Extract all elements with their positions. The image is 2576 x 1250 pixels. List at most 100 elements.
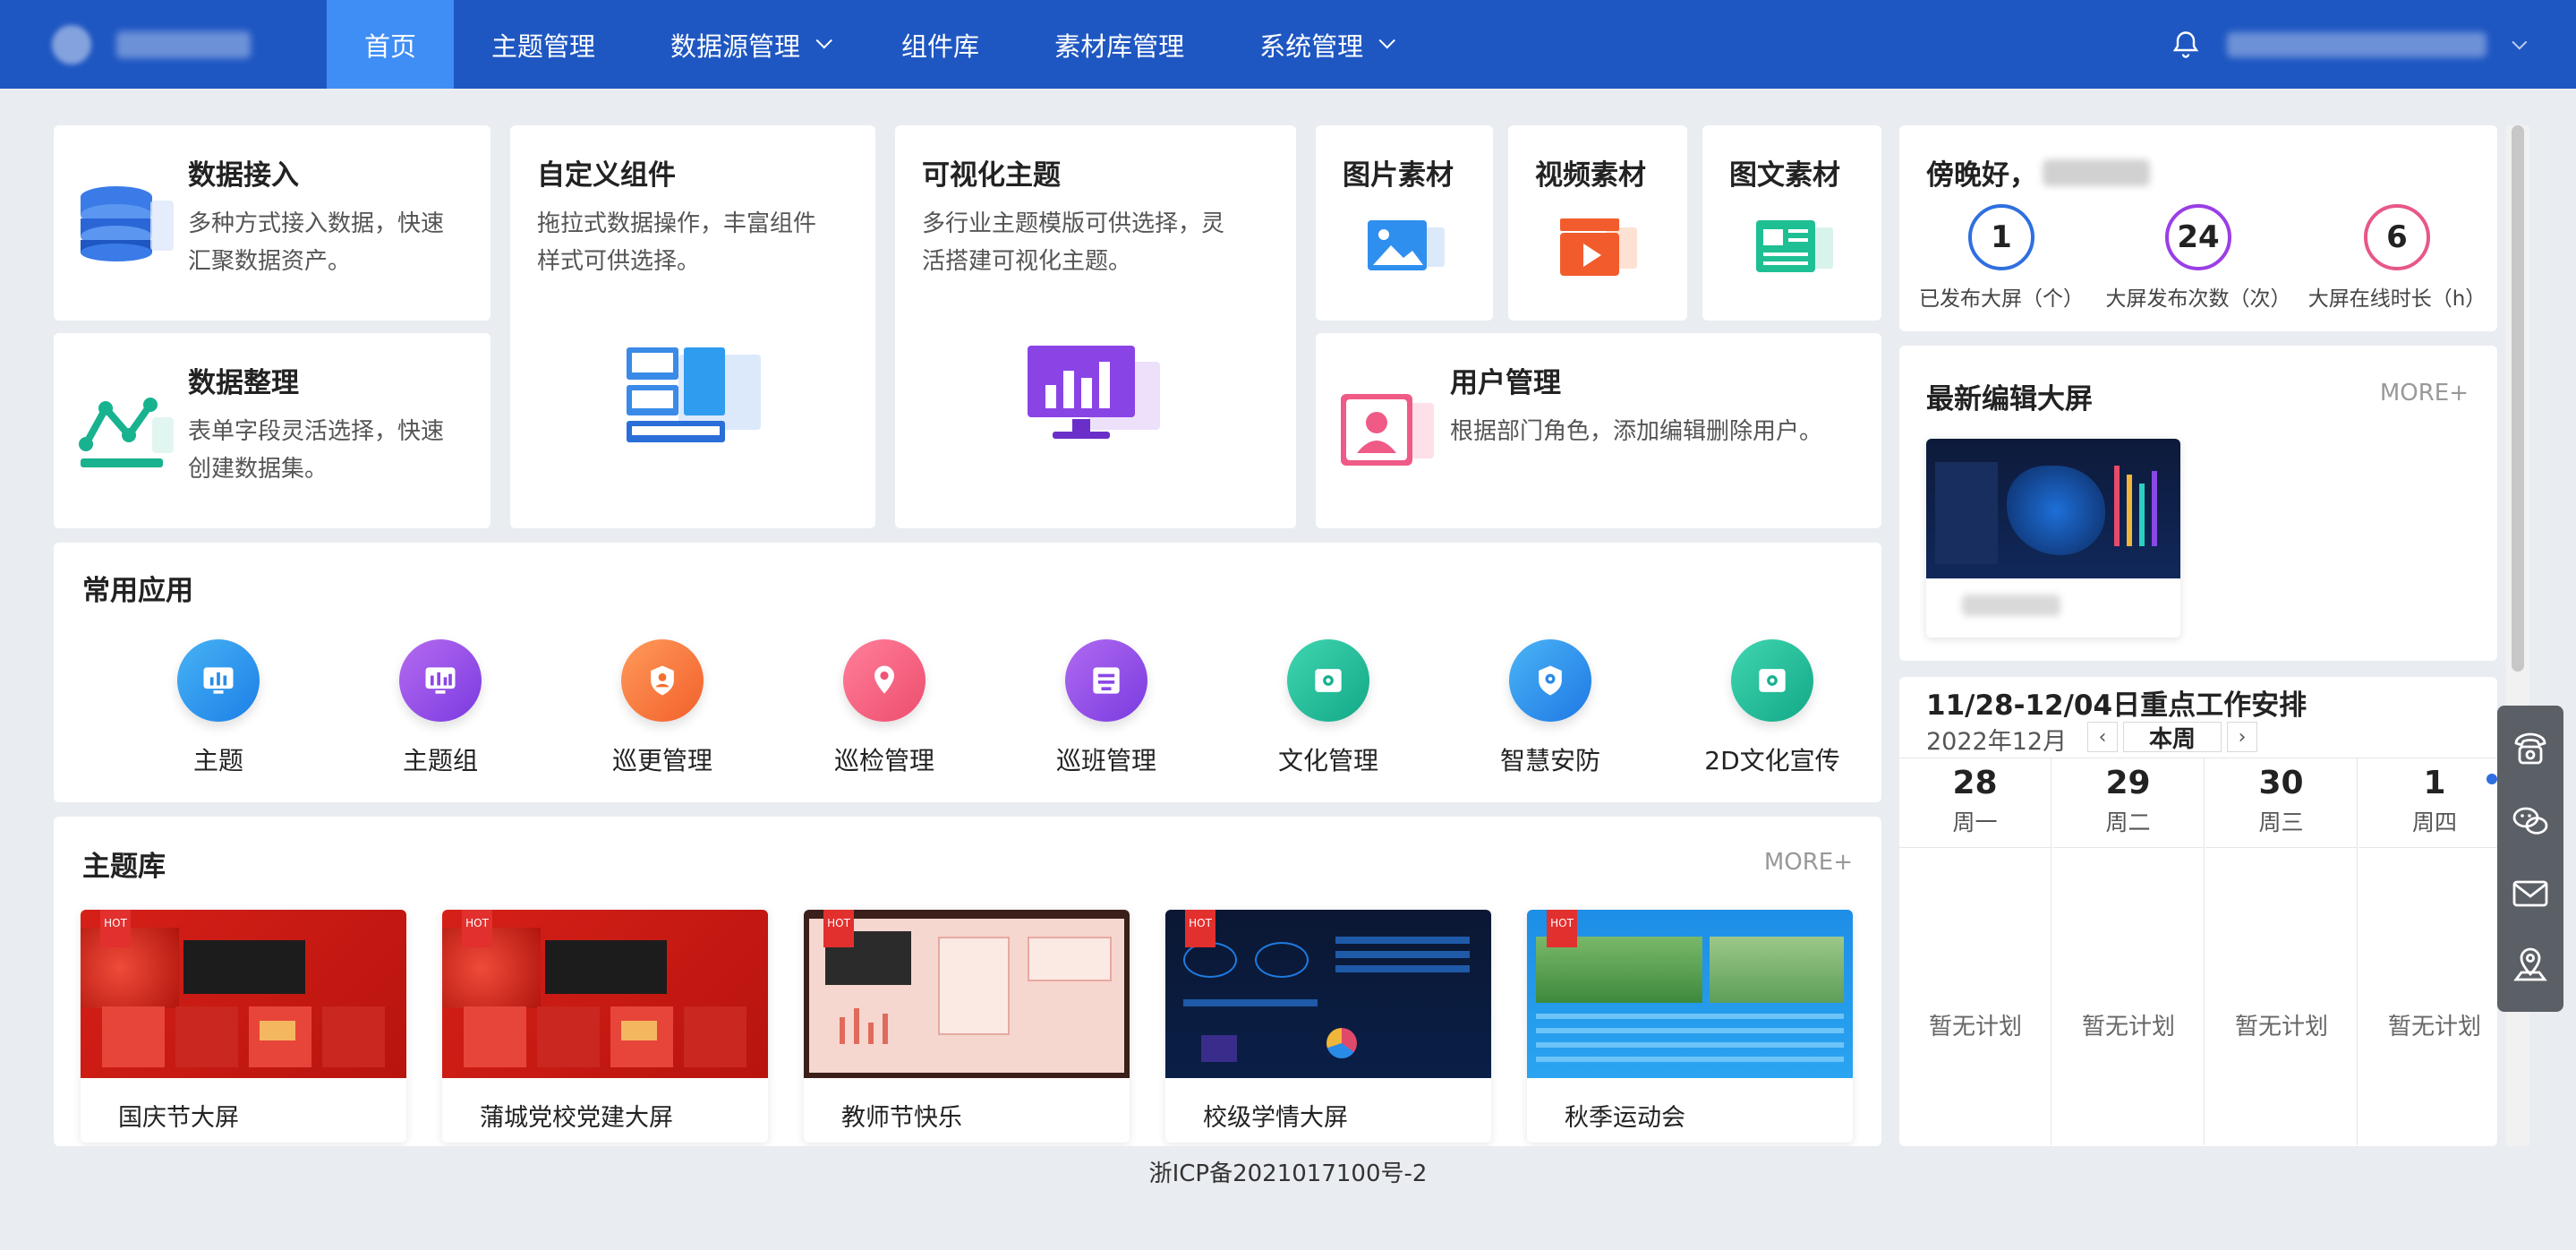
theme-card-label: 教师节快乐 [841, 1104, 962, 1132]
this-week-button[interactable]: 本周 [2123, 722, 2222, 753]
stat-label: 已发布大屏（个） [1919, 287, 2084, 311]
divider [2358, 847, 2497, 848]
calendar-day[interactable]: 30 周三 暂无计划 [2205, 758, 2358, 1145]
day-number: 30 [2258, 765, 2304, 801]
calendar-day[interactable]: 28 周一 暂无计划 [1899, 758, 2051, 1145]
nav-datasource-mgmt[interactable]: 数据源管理 [633, 0, 864, 89]
app-label: 巡更管理 [611, 746, 712, 775]
theme-card[interactable]: HOT 秋季运动会 [1527, 910, 1853, 1143]
divider [2052, 847, 2205, 848]
chevron-down-icon [1378, 32, 1396, 49]
common-apps-panel: 常用应用 主题 主题组 巡更管理 巡检管理 巡班管理 文化管理 智慧安防 2D文… [54, 543, 1881, 802]
app-label: 文化管理 [1277, 746, 1378, 775]
theme-card[interactable]: HOT 教师节快乐 [804, 910, 1130, 1143]
card-title: 可视化主题 [922, 159, 1061, 192]
app-label: 主题 [192, 746, 243, 775]
app-culture-mgmt[interactable]: 文化管理 [1239, 639, 1418, 777]
hot-badge: HOT [462, 910, 492, 947]
theme-card[interactable]: HOT 蒲城党校党建大屏 [442, 910, 768, 1143]
app-shift-mgmt[interactable]: 巡班管理 [1017, 639, 1196, 777]
nav-component-lib[interactable]: 组件库 [864, 0, 1017, 89]
app-patrol-mgmt[interactable]: 巡更管理 [573, 639, 752, 777]
card-title: 数据接入 [188, 159, 299, 192]
chevron-down-icon [815, 32, 832, 49]
card-desc: 表单字段灵活选择，快速 [188, 418, 445, 445]
stat-online-hours: 6 大屏在线时长（h） [2290, 204, 2504, 312]
wechat-icon[interactable] [2509, 800, 2552, 846]
card-text-material[interactable]: 图文素材 [1702, 125, 1881, 321]
phone-icon[interactable] [2509, 727, 2552, 774]
dashboard-icon [399, 639, 482, 722]
card-data-access[interactable]: 数据接入 多种方式接入数据，快速 汇聚数据资产。 [54, 125, 490, 321]
card-visual-theme[interactable]: 可视化主题 多行业主题模版可供选择，灵 活搭建可视化主题。 [895, 125, 1296, 528]
day-weekday: 周三 [2258, 809, 2304, 835]
user-name-blurred[interactable] [2227, 31, 2486, 57]
day-weekday: 周四 [2411, 809, 2457, 835]
card-data-clean[interactable]: 数据整理 表单字段灵活选择，快速 创建数据集。 [54, 333, 490, 528]
hot-badge: HOT [1547, 910, 1577, 947]
stat-publish-count: 24 大屏发布次数（次） [2091, 204, 2306, 312]
app-theme[interactable]: 主题 [129, 639, 308, 777]
card-custom-component[interactable]: 自定义组件 拖拉式数据操作，丰富组件 样式可供选择。 [510, 125, 875, 528]
scrollbar-thumb[interactable] [2512, 125, 2524, 672]
theme-card[interactable]: HOT 国庆节大屏 [81, 910, 406, 1143]
theme-card-label: 校级学情大屏 [1203, 1104, 1348, 1132]
location-icon[interactable] [2509, 944, 2552, 990]
nav-system-mgmt[interactable]: 系统管理 [1222, 0, 1427, 89]
card-image-material[interactable]: 图片素材 [1316, 125, 1493, 321]
calendar-day[interactable]: 1 周四 暂无计划 [2358, 758, 2497, 1145]
day-weekday: 周一 [1952, 809, 1998, 835]
theme-card-label: 秋季运动会 [1565, 1104, 1685, 1132]
card-desc: 活搭建可视化主题。 [922, 248, 1132, 275]
icp-footer[interactable]: 浙ICP备2021017100号-2 [0, 1155, 2576, 1188]
more-link[interactable]: MORE+ [1764, 849, 1853, 876]
mail-icon[interactable] [2509, 871, 2552, 918]
theme-library-panel: 主题库 MORE+ HOT 国庆节大屏 HOT 蒲城党校党建大屏 HOT 教师节… [54, 817, 1881, 1146]
card-desc: 多行业主题模版可供选择，灵 [922, 210, 1225, 237]
app-2d-culture[interactable]: 2D文化宣传 [1683, 639, 1862, 777]
nav-theme-mgmt[interactable]: 主题管理 [454, 0, 633, 89]
section-title: 最新编辑大屏 [1926, 383, 2093, 415]
app-label: 巡检管理 [833, 746, 934, 775]
schedule-title: 11/28-12/04日重点工作安排 [1926, 689, 2307, 722]
location-pin-icon [843, 639, 925, 722]
hot-badge: HOT [823, 910, 854, 947]
more-link[interactable]: MORE+ [2380, 380, 2469, 407]
hot-badge: HOT [100, 910, 131, 947]
theme-card-label: 国庆节大屏 [118, 1104, 239, 1132]
brand[interactable] [0, 0, 327, 89]
security-camera-icon [1509, 639, 1591, 722]
recent-screen-card[interactable] [1926, 439, 2180, 638]
card-video-material[interactable]: 视频素材 [1508, 125, 1687, 321]
stat-label: 大屏在线时长（h） [2307, 287, 2486, 311]
day-plan: 暂无计划 [2234, 1014, 2328, 1040]
day-plan: 暂无计划 [1928, 1014, 2022, 1040]
app-inspection-mgmt[interactable]: 巡检管理 [795, 639, 974, 777]
chevron-down-icon[interactable] [2512, 34, 2528, 50]
day-plan: 暂无计划 [2081, 1014, 2175, 1040]
nav-home[interactable]: 首页 [327, 0, 455, 89]
section-title: 主题库 [82, 851, 166, 883]
nav-user-area [2170, 0, 2528, 89]
video-icon [1558, 217, 1641, 283]
card-desc: 创建数据集。 [188, 456, 328, 483]
divider [1899, 847, 2051, 848]
stat-published: 1 已发布大屏（个） [1894, 204, 2109, 312]
next-week-button[interactable]: › [2227, 722, 2257, 752]
app-smart-security[interactable]: 智慧安防 [1461, 639, 1640, 777]
floating-toolbar [2497, 706, 2563, 1012]
day-weekday: 周二 [2105, 809, 2151, 835]
app-theme-group[interactable]: 主题组 [351, 639, 530, 777]
bell-icon[interactable] [2170, 29, 2202, 61]
divider [2205, 847, 2358, 848]
prev-week-button[interactable]: ‹ [2087, 722, 2118, 752]
calendar-day[interactable]: 29 周二 暂无计划 [2052, 758, 2205, 1145]
chart-line-icon [77, 390, 177, 475]
shield-user-icon [621, 639, 704, 722]
chevron-left-icon: ‹ [2098, 725, 2107, 749]
hot-badge: HOT [1185, 910, 1215, 947]
nav-material-mgmt[interactable]: 素材库管理 [1017, 0, 1222, 89]
card-user-management[interactable]: 用户管理 根据部门角色，添加编辑删除用户。 [1316, 333, 1881, 528]
card-desc: 多种方式接入数据，快速 [188, 210, 445, 237]
theme-card[interactable]: HOT 校级学情大屏 [1165, 910, 1491, 1143]
